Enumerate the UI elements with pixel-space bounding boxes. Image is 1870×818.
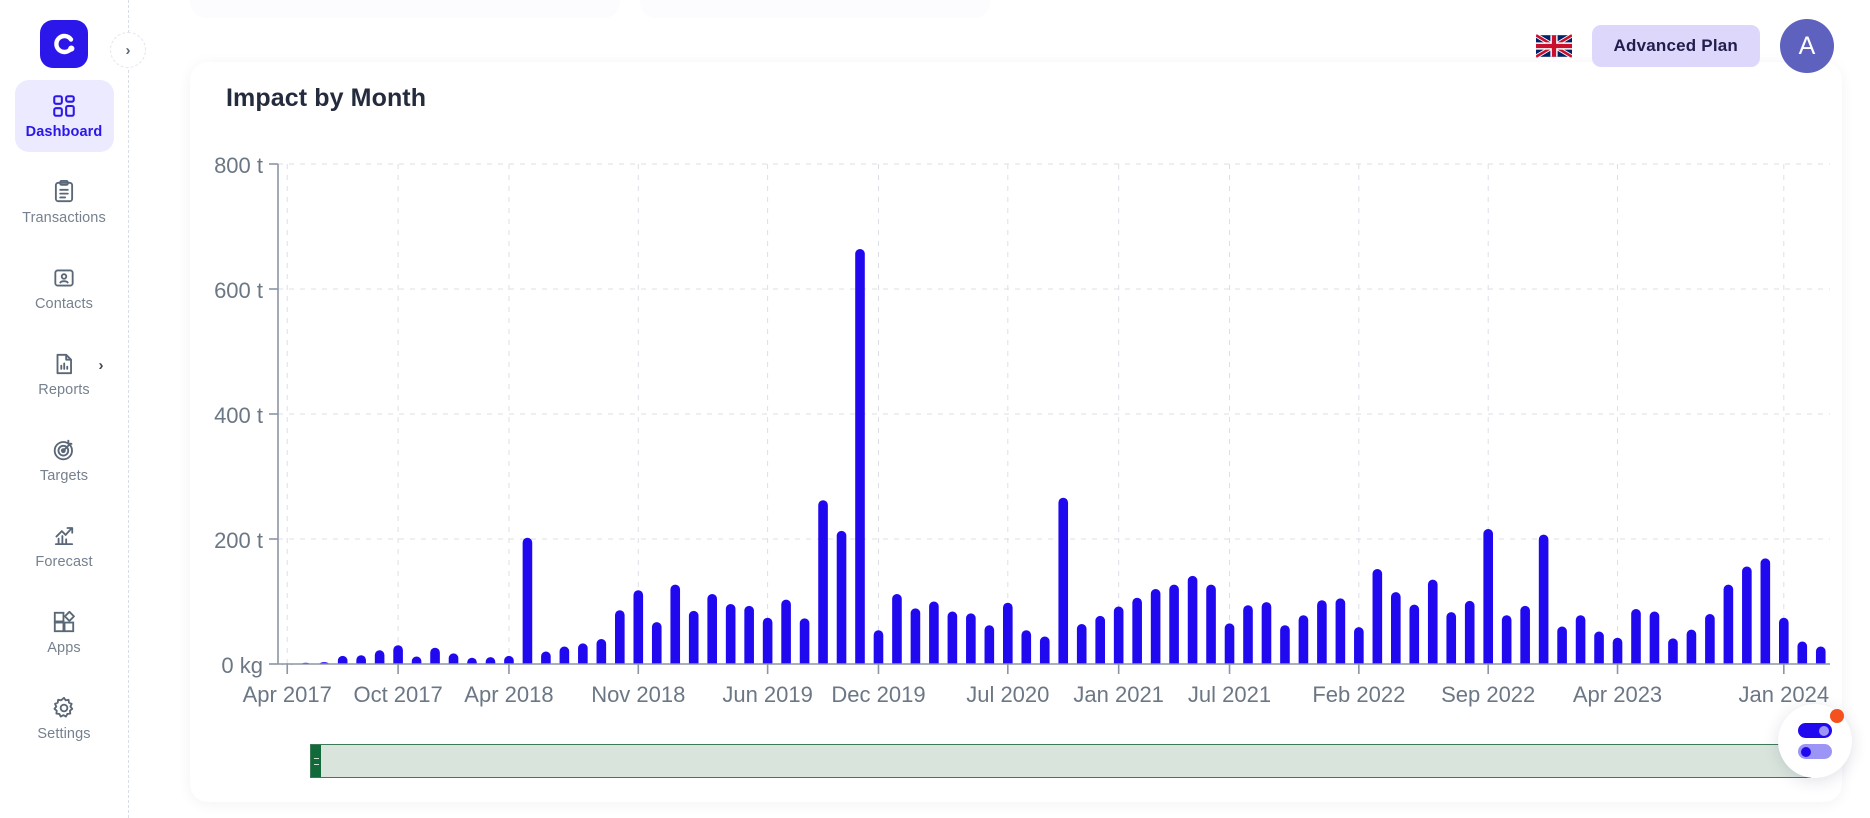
- top-bar: Advanced Plan A: [129, 0, 1870, 92]
- svg-text:Apr 2018: Apr 2018: [464, 682, 553, 707]
- contact-card-icon: [51, 265, 77, 291]
- toggle-switch-on-icon: [1798, 723, 1832, 738]
- sidebar-item-contacts[interactable]: Contacts: [15, 252, 114, 324]
- chart-range-slider[interactable]: [310, 744, 1811, 778]
- report-chart-icon: [51, 351, 77, 377]
- bar-chart[interactable]: 0 kg 200 t 400 t 600 t 800 t Apr 2017 Oct 2017…: [190, 150, 1842, 790]
- clipboard-icon: [51, 179, 77, 205]
- sidebar-item-label: Reports: [38, 381, 90, 398]
- trend-up-icon: [51, 523, 77, 549]
- toggle-switch-off-icon: [1798, 744, 1832, 759]
- uk-flag-icon[interactable]: [1535, 33, 1572, 59]
- svg-text:Apr 2023: Apr 2023: [1573, 682, 1662, 707]
- svg-text:Jul 2020: Jul 2020: [966, 682, 1049, 707]
- sidebar: Dashboard Transactions Contacts › Report…: [0, 0, 129, 818]
- sidebar-collapse-toggle[interactable]: ›: [110, 32, 146, 68]
- notification-dot-icon: [1830, 709, 1844, 723]
- impact-by-month-card: Impact by Month 0 kg 200 t 400 t 600 t 800 t…: [190, 62, 1842, 802]
- range-handle-left[interactable]: [311, 745, 321, 777]
- sidebar-item-label: Apps: [47, 639, 81, 656]
- svg-text:Apr 2017: Apr 2017: [243, 682, 332, 707]
- plan-badge[interactable]: Advanced Plan: [1591, 25, 1760, 67]
- sidebar-item-forecast[interactable]: Forecast: [15, 510, 114, 582]
- dashboard-icon: [51, 93, 77, 119]
- svg-text:Sep 2022: Sep 2022: [1441, 682, 1535, 707]
- sidebar-item-targets[interactable]: Targets: [15, 424, 114, 496]
- svg-text:Feb 2022: Feb 2022: [1312, 682, 1405, 707]
- svg-text:Jan 2021: Jan 2021: [1073, 682, 1164, 707]
- apps-grid-icon: [51, 609, 77, 635]
- svg-text:800 t: 800 t: [214, 153, 263, 178]
- sidebar-item-settings[interactable]: Settings: [15, 682, 114, 754]
- toggles-widget-button[interactable]: [1778, 704, 1852, 778]
- sidebar-item-label: Settings: [37, 725, 91, 742]
- sidebar-item-transactions[interactable]: Transactions: [15, 166, 114, 238]
- svg-text:200 t: 200 t: [214, 528, 263, 553]
- sidebar-nav: Dashboard Transactions Contacts › Report…: [0, 80, 128, 768]
- svg-text:Jul 2021: Jul 2021: [1188, 682, 1271, 707]
- sidebar-item-label: Contacts: [34, 295, 94, 312]
- svg-text:Nov 2018: Nov 2018: [591, 682, 685, 707]
- chevron-right-icon[interactable]: ›: [99, 358, 104, 373]
- svg-text:Oct 2017: Oct 2017: [353, 682, 442, 707]
- svg-text:600 t: 600 t: [214, 278, 263, 303]
- bar-chart-svg: 0 kg 200 t 400 t 600 t 800 t Apr 2017 Oct 2017…: [214, 153, 1830, 707]
- app-logo[interactable]: [40, 20, 88, 68]
- sidebar-item-dashboard[interactable]: Dashboard: [14, 80, 114, 152]
- sidebar-item-label: Targets: [39, 467, 89, 484]
- target-icon: [51, 437, 77, 463]
- sidebar-item-reports[interactable]: › Reports: [15, 338, 114, 410]
- sidebar-item-apps[interactable]: Apps: [15, 596, 114, 668]
- svg-text:Jun 2019: Jun 2019: [722, 682, 813, 707]
- gear-icon: [51, 695, 77, 721]
- svg-text:0 kg: 0 kg: [221, 653, 263, 678]
- avatar[interactable]: A: [1780, 19, 1834, 73]
- drag-grip-icon: [313, 757, 319, 765]
- chevron-right-icon: ›: [125, 41, 131, 59]
- sidebar-item-label: Dashboard: [25, 123, 103, 140]
- sidebar-item-label: Forecast: [35, 553, 93, 570]
- svg-text:Dec 2019: Dec 2019: [831, 682, 925, 707]
- sidebar-item-label: Transactions: [22, 209, 106, 226]
- svg-text:400 t: 400 t: [214, 403, 263, 428]
